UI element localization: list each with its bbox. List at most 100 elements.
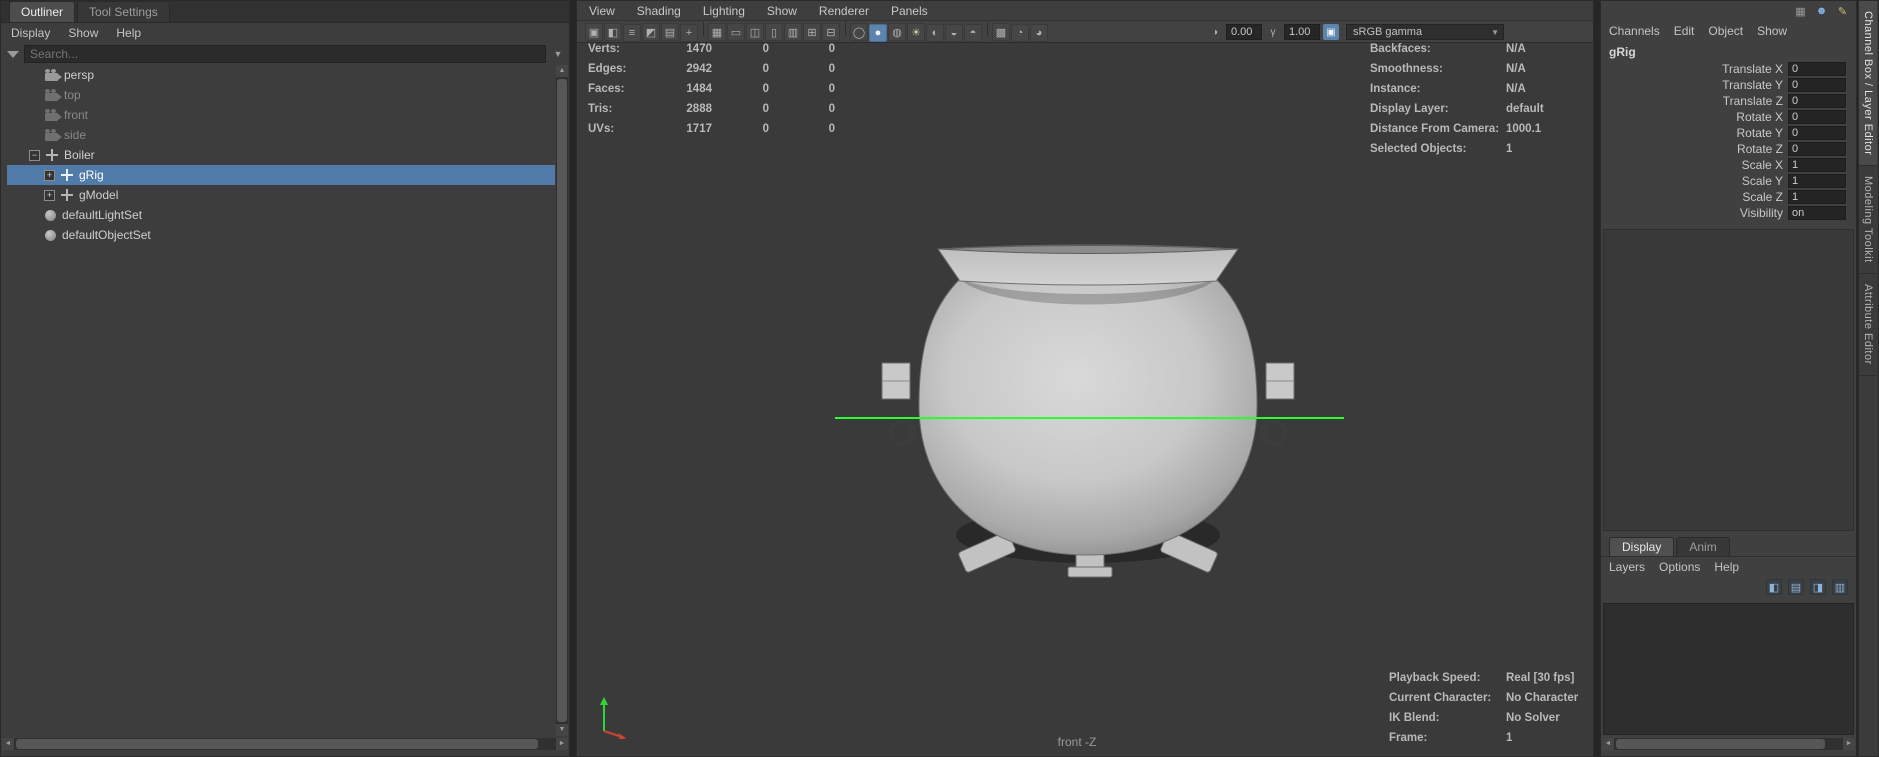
outliner-row-grig[interactable]: + gRig bbox=[7, 165, 555, 185]
toggle-layers-icon[interactable]: ◧ bbox=[1766, 579, 1782, 595]
outliner-row-front[interactable]: front bbox=[7, 105, 555, 125]
shadows-icon[interactable]: ◐ bbox=[926, 23, 944, 42]
menu-help[interactable]: Help bbox=[1714, 560, 1739, 574]
new-empty-layer-icon[interactable]: ▤ bbox=[1788, 579, 1804, 595]
menu-panels[interactable]: Panels bbox=[891, 4, 928, 18]
smooth-shade-icon[interactable]: ● bbox=[869, 23, 887, 42]
user-icon[interactable]: ☻ bbox=[1814, 4, 1829, 19]
sidebar-tab-channel-box[interactable]: Channel Box / Layer Editor bbox=[1859, 1, 1877, 167]
menu-shading[interactable]: Shading bbox=[637, 4, 681, 18]
selected-curve[interactable] bbox=[835, 417, 1344, 419]
menu-renderer[interactable]: Renderer bbox=[819, 4, 869, 18]
xray-icon[interactable]: ◔ bbox=[1011, 23, 1029, 42]
scroll-down-icon[interactable]: ▼ bbox=[556, 724, 568, 736]
outliner-row-top[interactable]: top bbox=[7, 85, 555, 105]
menu-lighting[interactable]: Lighting bbox=[703, 4, 745, 18]
tab-display[interactable]: Display bbox=[1609, 537, 1675, 556]
menu-channels[interactable]: Channels bbox=[1609, 24, 1660, 38]
expand-icon[interactable]: + bbox=[44, 169, 55, 181]
outliner-vertical-scrollbar[interactable]: ▲ ▼ bbox=[556, 65, 568, 736]
menu-view[interactable]: View bbox=[589, 4, 615, 18]
tab-anim[interactable]: Anim bbox=[1676, 537, 1730, 556]
layer-list-empty[interactable] bbox=[1603, 603, 1854, 735]
scrollbar-thumb[interactable] bbox=[1616, 739, 1825, 749]
menu-help[interactable]: Help bbox=[116, 26, 141, 40]
outliner-row-gmodel[interactable]: + gModel bbox=[7, 185, 555, 205]
gamma-icon[interactable]: γ bbox=[1265, 24, 1281, 40]
motion-blur-icon[interactable]: ◓ bbox=[964, 23, 982, 42]
exposure-field[interactable]: 0.00 bbox=[1226, 24, 1262, 40]
outliner-row-boiler[interactable]: − Boiler bbox=[7, 145, 555, 165]
outliner-search-input[interactable] bbox=[24, 45, 546, 63]
menu-display[interactable]: Display bbox=[11, 26, 50, 40]
channel-value-field[interactable]: 0 bbox=[1788, 142, 1846, 156]
channel-value-field[interactable]: 1 bbox=[1788, 190, 1846, 204]
wireframe-icon[interactable]: ◯ bbox=[850, 23, 868, 41]
exposure-icon[interactable]: ◑ bbox=[1207, 24, 1223, 40]
channel-value-field[interactable]: 0 bbox=[1788, 78, 1846, 92]
menu-edit[interactable]: Edit bbox=[1674, 24, 1695, 38]
use-all-lights-icon[interactable]: ☀ bbox=[907, 23, 925, 41]
menu-show[interactable]: Show bbox=[68, 26, 98, 40]
menu-layers[interactable]: Layers bbox=[1609, 560, 1645, 574]
scroll-right-icon[interactable]: ► bbox=[1843, 738, 1855, 750]
color-management-icon[interactable]: ▣ bbox=[1323, 24, 1339, 40]
channel-value-field[interactable]: 0 bbox=[1788, 94, 1846, 108]
safe-title-icon[interactable]: ⊟ bbox=[822, 23, 840, 41]
channel-value-field[interactable]: 0 bbox=[1788, 110, 1846, 124]
channel-value-field[interactable]: 1 bbox=[1788, 174, 1846, 188]
outliner-row-side[interactable]: side bbox=[7, 125, 555, 145]
channel-value-field[interactable]: on bbox=[1788, 206, 1846, 220]
gate-mask-icon[interactable]: ▯ bbox=[765, 23, 783, 41]
outliner-row-defaultobjectset[interactable]: defaultObjectSet bbox=[7, 225, 555, 245]
layout-grid-icon[interactable]: ▦ bbox=[1793, 4, 1808, 19]
new-layer-from-selected-icon[interactable]: ◨ bbox=[1810, 579, 1826, 595]
channel-value-field[interactable]: 0 bbox=[1788, 126, 1846, 140]
camera-attributes-icon[interactable]: ≡ bbox=[623, 23, 641, 42]
film-gate-icon[interactable]: ▭ bbox=[727, 23, 745, 41]
outliner-horizontal-scrollbar[interactable]: ◄ ► bbox=[2, 738, 568, 750]
viewport-canvas[interactable]: Verts: 1470 0 0 Edges: 2942 0 0 Faces: 1484 0 0 T… bbox=[578, 43, 1592, 755]
menu-show[interactable]: Show bbox=[767, 4, 797, 18]
field-chart-icon[interactable]: ▥ bbox=[784, 23, 802, 41]
node-name[interactable]: gRig bbox=[1609, 45, 1636, 59]
color-management-dropdown[interactable]: sRGB gamma ▼ bbox=[1346, 24, 1504, 40]
expand-icon[interactable]: + bbox=[44, 189, 55, 201]
scroll-left-icon[interactable]: ◄ bbox=[2, 738, 14, 750]
channel-value-field[interactable]: 1 bbox=[1788, 158, 1846, 172]
gamma-field[interactable]: 1.00 bbox=[1284, 24, 1320, 40]
select-camera-icon[interactable]: ▣ bbox=[585, 23, 603, 41]
tab-tool-settings[interactable]: Tool Settings bbox=[77, 1, 170, 22]
resolution-gate-icon[interactable]: ◫ bbox=[746, 23, 764, 41]
isolate-select-icon[interactable]: ◕ bbox=[1030, 23, 1048, 42]
pencil-icon[interactable]: ✎ bbox=[1835, 4, 1850, 19]
outliner-row-persp[interactable]: persp bbox=[7, 65, 555, 85]
menu-object[interactable]: Object bbox=[1708, 24, 1743, 38]
scroll-right-icon[interactable]: ► bbox=[556, 738, 568, 750]
sidebar-tab-modeling-toolkit[interactable]: Modeling Toolkit bbox=[1859, 166, 1877, 275]
safe-action-icon[interactable]: ⊞ bbox=[803, 23, 821, 41]
channel-box-horizontal-scrollbar[interactable]: ◄ ► bbox=[1602, 738, 1855, 750]
channel-value-field[interactable]: 0 bbox=[1788, 62, 1846, 76]
grid-icon[interactable]: ▦ bbox=[708, 23, 726, 41]
menu-show[interactable]: Show bbox=[1757, 24, 1787, 38]
scroll-up-icon[interactable]: ▲ bbox=[556, 65, 568, 77]
search-dropdown-icon[interactable]: ▼ bbox=[551, 45, 565, 63]
scrollbar-thumb[interactable] bbox=[557, 79, 567, 722]
lock-camera-icon[interactable]: ◧ bbox=[604, 23, 622, 41]
tab-outliner[interactable]: Outliner bbox=[9, 1, 76, 22]
scrollbar-thumb[interactable] bbox=[16, 739, 538, 749]
menu-options[interactable]: Options bbox=[1659, 560, 1700, 574]
collapse-icon[interactable]: − bbox=[29, 149, 40, 161]
scroll-left-icon[interactable]: ◄ bbox=[1602, 738, 1614, 750]
filter-icon[interactable] bbox=[7, 51, 19, 58]
layer-options-icon[interactable]: ▥ bbox=[1832, 579, 1848, 595]
pan-zoom-icon[interactable]: + bbox=[680, 23, 698, 42]
outliner-row-defaultlightset[interactable]: defaultLightSet bbox=[7, 205, 555, 225]
image-plane-icon[interactable]: ▤ bbox=[661, 23, 679, 41]
bookmarks-icon[interactable]: ◩ bbox=[642, 23, 660, 41]
textured-icon[interactable]: ◍ bbox=[888, 23, 906, 41]
sidebar-tab-attribute-editor[interactable]: Attribute Editor bbox=[1859, 274, 1877, 376]
multisample-icon[interactable]: ▩ bbox=[992, 23, 1010, 41]
screen-space-ao-icon[interactable]: ◒ bbox=[945, 23, 963, 42]
